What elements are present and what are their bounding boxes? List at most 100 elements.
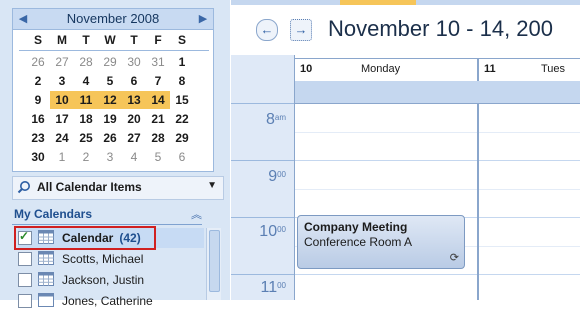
time-hour: 11 [260, 279, 278, 296]
calendar-day[interactable]: 6 [170, 148, 194, 166]
calendar-day[interactable]: 23 [26, 129, 50, 147]
calendar-checkbox[interactable] [18, 294, 32, 308]
hour-line [295, 274, 580, 275]
time-column: 8am 900 1000 1100 [231, 55, 295, 300]
my-calendars-header[interactable]: My Calendars ︽ [12, 204, 222, 224]
calendar-day[interactable]: 2 [74, 148, 98, 166]
triangle-right-icon[interactable]: ▶ [196, 11, 210, 27]
calendar-day-selected[interactable]: 10 [50, 91, 74, 109]
calendar-day[interactable]: 6 [122, 72, 146, 90]
calendar-day[interactable]: 9 [26, 91, 50, 109]
calendar-list-item[interactable]: Scotts, Michael [18, 249, 204, 269]
calendar-grid[interactable] [295, 104, 580, 300]
weekday-header: M [57, 33, 67, 47]
arrow-right-square-icon[interactable]: → [290, 19, 312, 41]
calendar-list-item[interactable]: Jackson, Justin [18, 270, 204, 290]
calendar-day[interactable]: 15 [170, 91, 194, 109]
recurrence-icon: ⟳ [449, 252, 459, 264]
hour-line [231, 160, 294, 161]
calendar-day[interactable]: 20 [122, 110, 146, 128]
scrollbar[interactable] [206, 228, 221, 300]
calendar-day[interactable]: 3 [50, 72, 74, 90]
search-calendar-icon [17, 181, 30, 194]
calendar-grid-icon [38, 251, 54, 265]
divider [19, 50, 209, 51]
calendar-day[interactable]: 31 [146, 53, 170, 71]
time-suffix: am [274, 113, 286, 122]
time-label: 1000 [259, 223, 286, 241]
calendar-day[interactable]: 26 [98, 129, 122, 147]
day-header[interactable]: 10 Monday [295, 59, 477, 81]
time-suffix: 00 [277, 281, 286, 290]
all-day-area[interactable] [295, 81, 580, 104]
hour-line [231, 103, 294, 104]
calendar-day[interactable]: 28 [146, 129, 170, 147]
time-suffix: 00 [277, 225, 286, 234]
highlight-box [14, 226, 156, 250]
weekday-header: S [33, 33, 42, 47]
calendar-day[interactable]: 30 [122, 53, 146, 71]
arrow-left-circle-icon[interactable]: ← [256, 19, 278, 41]
calendar-day[interactable]: 16 [26, 110, 50, 128]
calendar-grid-icon [38, 272, 54, 286]
calendar-day[interactable]: 7 [146, 72, 170, 90]
calendar-day[interactable]: 1 [170, 53, 194, 71]
calendar-day[interactable]: 30 [26, 148, 50, 166]
calendar-day-selected[interactable]: 13 [122, 91, 146, 109]
calendar-day[interactable]: 29 [170, 129, 194, 147]
calendar-day[interactable]: 4 [74, 72, 98, 90]
calendar-day[interactable]: 5 [146, 148, 170, 166]
weekday-header: T [82, 33, 90, 47]
calendar-day[interactable]: 26 [26, 53, 50, 71]
mini-calendar-header: ◀ November 2008 ▶ [13, 9, 213, 30]
navigation-pane: ◀ November 2008 ▶ S M T W T F S 26 27 28… [0, 0, 230, 308]
time-label: 8am [266, 111, 286, 129]
scrollbar-thumb[interactable] [209, 230, 220, 292]
calendar-day[interactable]: 28 [74, 53, 98, 71]
calendar-day[interactable]: 27 [122, 129, 146, 147]
time-hour: 10 [259, 223, 278, 240]
time-hour: 8 [265, 111, 275, 128]
calendar-day[interactable]: 19 [98, 110, 122, 128]
calendar-day[interactable]: 8 [170, 72, 194, 90]
day-weekday: Tues [541, 63, 566, 75]
view-selector[interactable]: All Calendar Items ▼ [12, 176, 224, 200]
calendar-day[interactable]: 3 [98, 148, 122, 166]
time-label: 1100 [260, 279, 286, 297]
hour-line [231, 217, 294, 218]
calendar-day[interactable]: 27 [50, 53, 74, 71]
month-title: November 2008 [66, 11, 160, 26]
day-weekday: Monday [361, 63, 401, 75]
calendar-day[interactable]: 21 [146, 110, 170, 128]
calendar-day[interactable]: 17 [50, 110, 74, 128]
calendar-day-selected[interactable]: 12 [98, 91, 122, 109]
day-header[interactable]: 11 Tues [479, 59, 580, 81]
view-selector-label: All Calendar Items [37, 180, 142, 194]
hour-line [295, 160, 580, 161]
calendar-day-selected[interactable]: 11 [74, 91, 98, 109]
triangle-down-icon[interactable]: ▼ [207, 180, 217, 191]
calendar-name: Jackson, Justin [62, 273, 145, 287]
calendar-day-selected[interactable]: 14 [146, 91, 170, 109]
calendar-day[interactable]: 5 [98, 72, 122, 90]
calendar-day[interactable]: 24 [50, 129, 74, 147]
appointment[interactable]: Company Meeting Conference Room A ⟳ [297, 215, 465, 269]
calendar-day[interactable]: 18 [74, 110, 98, 128]
time-hour: 9 [268, 168, 278, 185]
calendar-checkbox[interactable] [18, 252, 32, 266]
calendar-checkbox[interactable] [18, 273, 32, 287]
calendar-name: Scotts, Michael [62, 252, 144, 266]
weekday-header: F [154, 33, 162, 47]
day-separator [477, 104, 479, 300]
calendar-list-item[interactable]: Jones, Catherine [18, 291, 204, 311]
appointment-title: Company Meeting [304, 220, 408, 234]
calendar-day[interactable]: 25 [74, 129, 98, 147]
calendar-day[interactable]: 2 [26, 72, 50, 90]
double-chevron-up-icon[interactable]: ︽ [191, 206, 202, 222]
calendar-day[interactable]: 1 [50, 148, 74, 166]
appointment-location: Conference Room A [304, 235, 413, 249]
calendar-day[interactable]: 22 [170, 110, 194, 128]
day-number: 10 [300, 63, 313, 75]
calendar-day[interactable]: 4 [122, 148, 146, 166]
calendar-day[interactable]: 29 [98, 53, 122, 71]
